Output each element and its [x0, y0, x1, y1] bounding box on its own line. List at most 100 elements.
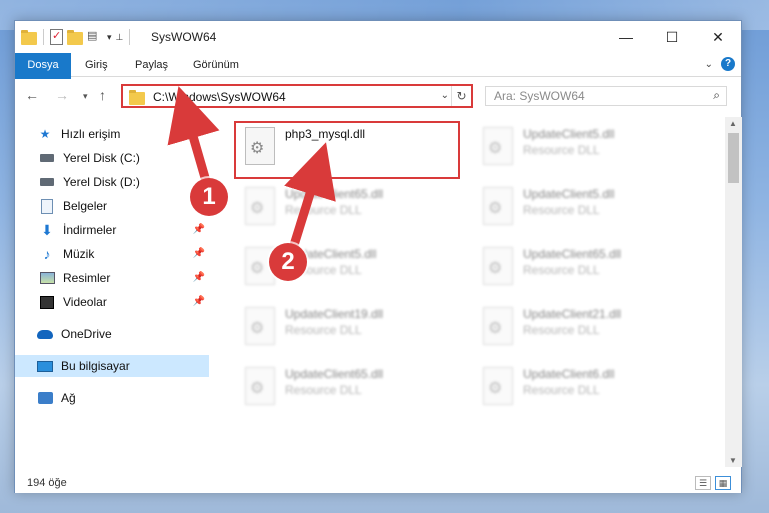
divider [43, 29, 44, 45]
pictures-icon [39, 270, 55, 286]
chevron-down-icon[interactable]: ⌄ [441, 90, 449, 101]
search-placeholder: Ara: SysWOW64 [494, 89, 585, 103]
pin-icon[interactable]: 📌 [193, 272, 205, 283]
tab-view[interactable]: Görünüm [181, 53, 251, 77]
back-arrow-icon[interactable]: ← [25, 87, 39, 103]
file-type: Resource DLL [523, 323, 600, 337]
dll-file-icon [483, 307, 513, 345]
file-item[interactable]: UpdateClient5.dll Resource DLL [475, 121, 695, 173]
sidebar-item-label: Bu bilgisayar [61, 359, 130, 373]
pin-icon[interactable]: 📌 [193, 248, 205, 259]
properties-icon[interactable] [50, 29, 63, 45]
folder-icon [129, 90, 145, 105]
expand-ribbon-icon[interactable]: ⌄ [705, 59, 713, 70]
pin-icon[interactable]: 📌 [193, 296, 205, 307]
title-bar: ▤ ▾ ⊥ SysWOW64 — ☐ ✕ [15, 21, 741, 53]
scroll-down-icon[interactable]: ▼ [729, 456, 737, 465]
chevron-down-icon[interactable]: ▾ [107, 32, 112, 43]
folder-icon [21, 29, 37, 45]
new-folder-icon[interactable] [67, 29, 83, 45]
highlight-box [234, 121, 460, 179]
address-path[interactable]: C:\Windows\SysWOW64 [153, 90, 286, 104]
sidebar-item-videos[interactable]: Videolar 📌 [15, 291, 209, 313]
file-item[interactable]: UpdateClient19.dll Resource DLL [237, 301, 457, 353]
sidebar-item-label: Müzik [63, 247, 95, 261]
sidebar-item-label: Ağ [61, 391, 76, 405]
sidebar-item-label: İndirmeler [63, 223, 117, 237]
scroll-up-icon[interactable]: ▲ [729, 119, 737, 128]
customize-toolbar-icon[interactable]: ▤ [87, 29, 103, 45]
sidebar-item-documents[interactable]: Belgeler [15, 195, 209, 217]
sidebar-item-music[interactable]: ♪ Müzik 📌 [15, 243, 209, 265]
documents-icon [39, 198, 55, 214]
ribbon-tabs: Dosya Giriş Paylaş Görünüm ⌄ ? [15, 53, 741, 105]
vertical-scrollbar[interactable]: ▲ ▼ [725, 117, 742, 467]
large-icons-view-icon[interactable]: ▦ [715, 476, 731, 490]
sidebar-item-quick-access[interactable]: ★ Hızlı erişim [15, 123, 209, 145]
sidebar-item-label: Yerel Disk (D:) [63, 175, 140, 189]
sidebar-item-downloads[interactable]: ⬇ İndirmeler 📌 [15, 219, 209, 241]
sidebar-item-label: Videolar [63, 295, 107, 309]
file-type: Resource DLL [285, 383, 362, 397]
file-item[interactable]: UpdateClient6.dll Resource DLL [475, 361, 695, 413]
pin-icon[interactable]: 📌 [193, 224, 205, 235]
file-type: Resource DLL [285, 323, 362, 337]
sidebar-item-network[interactable]: Ağ [15, 387, 209, 409]
sidebar-item-label: Yerel Disk (C:) [63, 151, 140, 165]
navigation-bar: ← → ▾ ↑ C:\Windows\SysWOW64 ⌄ ↻ Ara: Sys… [15, 79, 741, 113]
dll-file-icon [483, 187, 513, 225]
minimize-button[interactable]: — [603, 21, 649, 53]
file-type: Resource DLL [523, 143, 600, 157]
file-type: Resource DLL [285, 203, 362, 217]
help-icon[interactable]: ? [721, 57, 735, 71]
dll-file-icon [245, 367, 275, 405]
tab-home[interactable]: Giriş [73, 53, 120, 77]
scroll-thumb[interactable] [728, 133, 739, 183]
dll-file-icon [483, 367, 513, 405]
sidebar-item-local-disk-d[interactable]: Yerel Disk (D:) [15, 171, 209, 193]
forward-arrow-icon[interactable]: → [55, 87, 69, 103]
quick-access-toolbar: ▤ ▾ ⊥ [21, 29, 132, 45]
search-input[interactable]: Ara: SysWOW64 ⌕ [485, 86, 727, 106]
file-item[interactable]: UpdateClient65.dll Resource DLL [237, 181, 457, 233]
file-item[interactable]: UpdateClient65.dll Resource DLL [475, 241, 695, 293]
file-item[interactable]: UpdateClient21.dll Resource DLL [475, 301, 695, 353]
sidebar-item-this-pc[interactable]: Bu bilgisayar [15, 355, 209, 377]
file-name: UpdateClient65.dll [285, 367, 384, 381]
item-count: 194 öğe [27, 477, 67, 489]
sidebar-item-local-disk-c[interactable]: Yerel Disk (C:) [15, 147, 209, 169]
file-name: UpdateClient65.dll [285, 187, 384, 201]
sidebar-item-label: Hızlı erişim [61, 127, 121, 141]
tab-share[interactable]: Paylaş [123, 53, 180, 77]
music-icon: ♪ [43, 246, 51, 262]
file-type: Resource DLL [523, 263, 600, 277]
up-arrow-icon[interactable]: ↑ [99, 87, 106, 103]
file-name: UpdateClient65.dll [523, 247, 622, 261]
address-bar[interactable]: C:\Windows\SysWOW64 ⌄ ↻ [121, 84, 473, 108]
sidebar-item-pictures[interactable]: Resimler 📌 [15, 267, 209, 289]
dll-file-icon [245, 307, 275, 345]
file-explorer-window: ▤ ▾ ⊥ SysWOW64 — ☐ ✕ Dosya Giriş Paylaş … [14, 20, 742, 493]
file-name: UpdateClient5.dll [523, 127, 615, 141]
star-icon: ★ [39, 127, 51, 141]
recent-locations-icon[interactable]: ▾ [83, 91, 88, 102]
details-view-icon[interactable]: ☰ [695, 476, 711, 490]
view-buttons: ☰ ▦ [695, 476, 731, 490]
dll-file-icon [245, 187, 275, 225]
drive-icon [39, 150, 55, 166]
file-item[interactable]: UpdateClient5.dll Resource DLL [475, 181, 695, 233]
file-name: UpdateClient19.dll [285, 307, 384, 321]
sidebar-item-onedrive[interactable]: OneDrive [15, 323, 209, 345]
step-1-badge: 1 [190, 178, 228, 216]
file-type: Resource DLL [523, 203, 600, 217]
sidebar-item-label: Belgeler [63, 199, 108, 213]
search-icon[interactable]: ⌕ [713, 88, 720, 103]
download-icon: ⬇ [41, 221, 53, 238]
sidebar-item-label: Resimler [63, 271, 111, 285]
step-2-badge: 2 [269, 243, 307, 281]
refresh-icon[interactable]: ↻ [451, 86, 471, 106]
close-button[interactable]: ✕ [695, 21, 741, 53]
maximize-button[interactable]: ☐ [649, 21, 695, 53]
customize-arrow-icon[interactable]: ⊥ [116, 32, 124, 43]
file-item[interactable]: UpdateClient65.dll Resource DLL [237, 361, 457, 413]
